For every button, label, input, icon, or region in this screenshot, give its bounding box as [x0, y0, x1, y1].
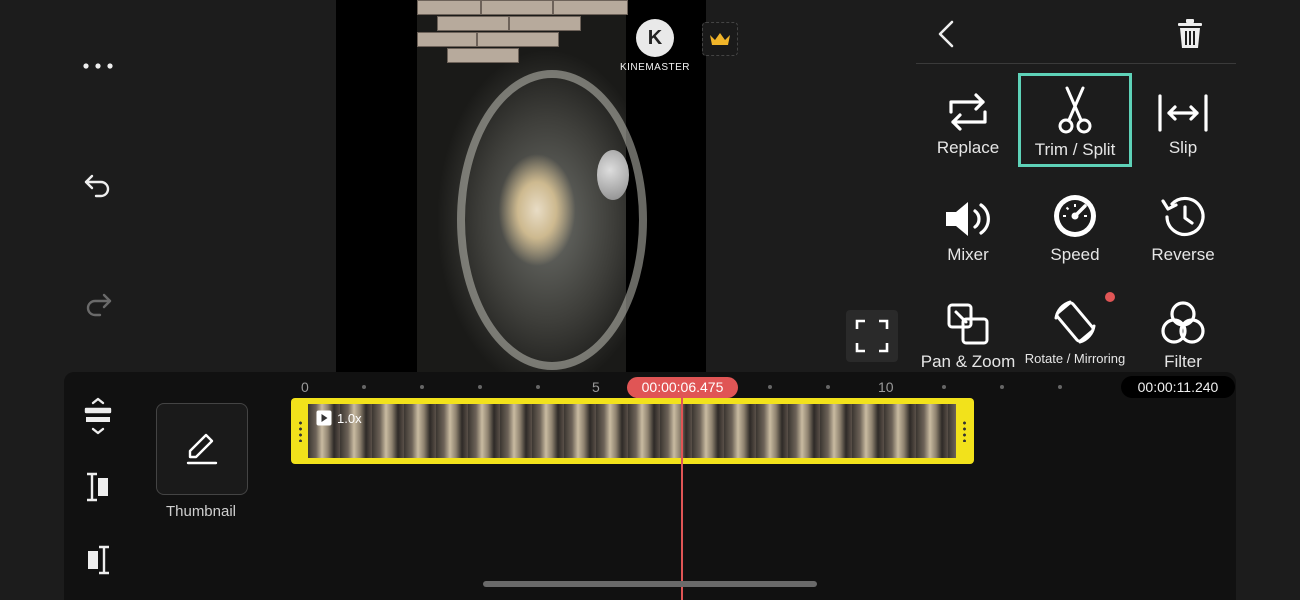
- ruler-dot: [362, 385, 366, 389]
- chevron-left-icon: [938, 20, 954, 48]
- jump-start-icon: [87, 472, 108, 502]
- undo-icon: [84, 174, 110, 198]
- tool-pan-zoom[interactable]: Pan & Zoom: [911, 288, 1025, 382]
- tool-label: Trim / Split: [1034, 140, 1116, 159]
- reverse-icon: [1161, 196, 1205, 237]
- scissors-icon: [1058, 86, 1092, 134]
- watermark-text: KINEMASTER: [619, 62, 690, 73]
- playhead-time: 00:00:06.475: [627, 377, 738, 398]
- track-height-button[interactable]: [76, 394, 120, 438]
- tool-replace[interactable]: Replace: [911, 74, 1025, 168]
- home-indicator: [483, 581, 817, 587]
- fullscreen-icon: [855, 319, 889, 353]
- tool-label: Replace: [936, 138, 1000, 157]
- filter-icon: [1161, 301, 1205, 344]
- crown-icon: [710, 33, 730, 45]
- ruler-label: 0: [301, 379, 309, 395]
- thumbnail-label: Thumbnail: [165, 503, 237, 520]
- tool-slip[interactable]: Slip: [1126, 74, 1240, 168]
- fullscreen-button[interactable]: [846, 310, 898, 362]
- ruler-label: 5: [592, 379, 600, 395]
- clip-speed: 1.0x: [337, 410, 362, 426]
- back-button[interactable]: [928, 16, 964, 52]
- video-clip-icon: [316, 410, 332, 426]
- ruler-dot: [420, 385, 424, 389]
- track-height-icon: [84, 397, 112, 435]
- tool-label: Pan & Zoom: [920, 352, 1016, 371]
- speedometer-icon: [1054, 195, 1096, 237]
- logo-letter: K: [647, 26, 663, 49]
- panel-divider: [916, 63, 1236, 64]
- clip-filmstrip: 1.0x: [308, 404, 956, 458]
- more-button[interactable]: [76, 46, 120, 86]
- ruler-dot: [536, 385, 540, 389]
- tool-speed[interactable]: Speed: [1018, 181, 1132, 275]
- tool-label: Slip: [1168, 138, 1198, 157]
- kinemaster-logo: K: [636, 19, 674, 57]
- clip-right-handle[interactable]: [963, 420, 966, 442]
- ruler-dot: [1000, 385, 1004, 389]
- undo-button[interactable]: [76, 166, 120, 206]
- clip-left-handle[interactable]: [299, 420, 302, 442]
- thumbnail-button[interactable]: [156, 403, 248, 495]
- video-frame: [417, 0, 647, 372]
- jump-end-icon: [88, 545, 109, 575]
- pencil-icon: [186, 433, 218, 465]
- premium-button[interactable]: [702, 22, 738, 56]
- slip-icon: [1158, 94, 1208, 132]
- ruler-dot: [478, 385, 482, 389]
- jump-to-end-button[interactable]: [76, 540, 120, 580]
- tool-mixer[interactable]: Mixer: [911, 181, 1025, 275]
- playhead[interactable]: [681, 398, 683, 600]
- tool-label: Rotate / Mirroring: [1024, 351, 1126, 366]
- pan-zoom-icon: [947, 303, 989, 345]
- trash-icon: [1178, 19, 1202, 48]
- ruler-dot: [1058, 385, 1062, 389]
- replace-icon: [949, 93, 987, 131]
- redo-button[interactable]: [76, 285, 120, 325]
- ruler-dot: [768, 385, 772, 389]
- more-horizontal-icon: [83, 63, 113, 69]
- ruler-dot: [942, 385, 946, 389]
- tool-reverse[interactable]: Reverse: [1126, 181, 1240, 275]
- tool-label: Filter: [1164, 352, 1202, 371]
- redo-icon: [86, 293, 112, 317]
- new-badge: [1105, 292, 1115, 302]
- clip-speed-badge: 1.0x: [316, 410, 362, 426]
- volume-icon: [946, 202, 990, 236]
- ruler-dot: [826, 385, 830, 389]
- tool-label: Mixer: [947, 245, 989, 264]
- jump-to-start-button[interactable]: [76, 467, 120, 507]
- tool-filter[interactable]: Filter: [1126, 288, 1240, 382]
- tool-rotate-mirroring[interactable]: Rotate / Mirroring: [1018, 288, 1132, 372]
- tool-trim-split[interactable]: Trim / Split: [1018, 73, 1132, 167]
- video-clip[interactable]: 1.0x: [291, 398, 974, 464]
- ruler-label: 10: [878, 379, 894, 395]
- rotate-icon: [1054, 300, 1096, 344]
- delete-button[interactable]: [1170, 14, 1210, 54]
- tool-label: Reverse: [1151, 245, 1215, 264]
- total-duration: 00:00:11.240: [1121, 376, 1235, 398]
- tool-label: Speed: [1050, 245, 1100, 264]
